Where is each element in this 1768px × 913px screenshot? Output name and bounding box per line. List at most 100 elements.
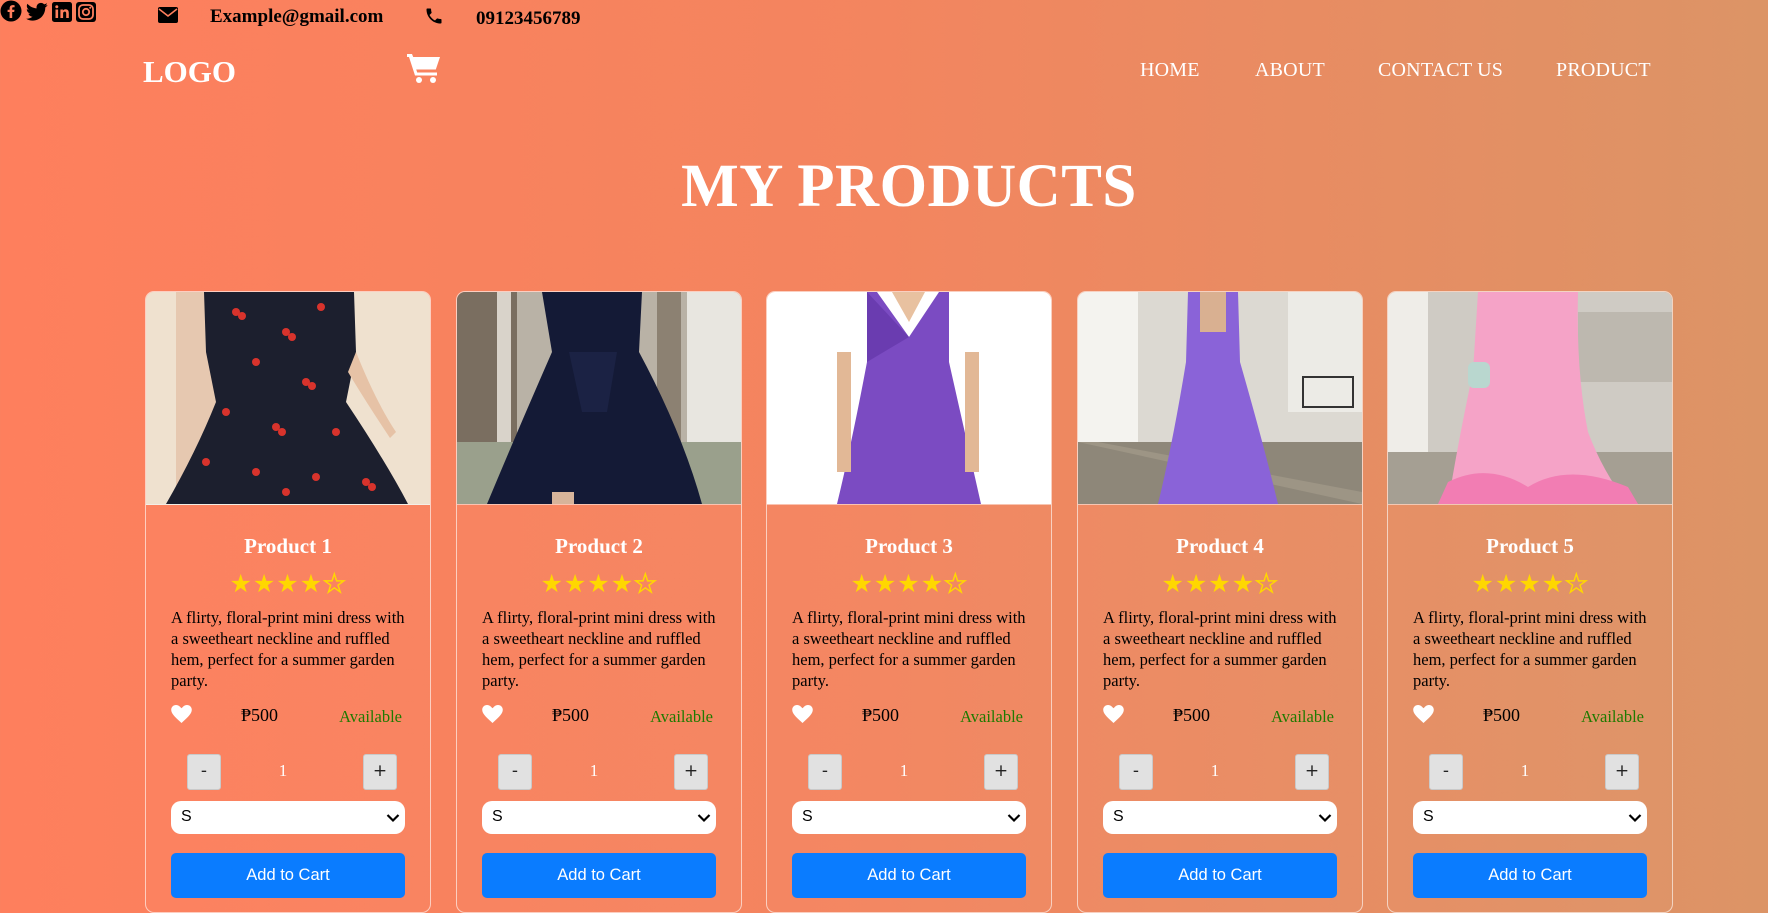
- product-price: ₱500: [1483, 705, 1521, 725]
- chevron-down-icon: [697, 810, 711, 828]
- product-price: ₱500: [1173, 705, 1211, 725]
- add-to-cart-button[interactable]: Add to Cart: [792, 853, 1026, 898]
- star-filled-icon: ★: [850, 571, 874, 598]
- star-filled-icon: ★: [299, 571, 324, 598]
- availability-status: Available: [339, 707, 402, 726]
- phone-icon: [424, 6, 444, 31]
- product-image[interactable]: [1078, 292, 1362, 505]
- star-filled-icon: ★: [252, 571, 277, 598]
- size-selected-value: S: [492, 808, 503, 825]
- nav-about[interactable]: ABOUT: [1255, 59, 1325, 82]
- product-card: Product 3 ★★★★★ A flirty, floral-print m…: [766, 291, 1052, 913]
- size-select[interactable]: S: [482, 801, 716, 834]
- add-to-cart-button[interactable]: Add to Cart: [1103, 853, 1337, 898]
- product-image[interactable]: [146, 292, 430, 505]
- product-description: A flirty, floral-print mini dress with a…: [1413, 608, 1647, 690]
- heart-icon[interactable]: [482, 705, 503, 728]
- star-empty-icon: ★: [1564, 571, 1589, 598]
- star-filled-icon: ★: [1161, 571, 1185, 598]
- star-filled-icon: ★: [276, 571, 300, 598]
- star-rating: ★★★★★: [767, 571, 1051, 598]
- size-select[interactable]: S: [1413, 801, 1647, 834]
- chevron-down-icon: [1628, 810, 1642, 828]
- size-selected-value: S: [802, 808, 813, 825]
- add-to-cart-button[interactable]: Add to Cart: [482, 853, 716, 898]
- top-contact-bar: Example@gmail.com 09123456789: [0, 0, 1768, 36]
- product-description: A flirty, floral-print mini dress with a…: [792, 608, 1026, 690]
- product-description: A flirty, floral-print mini dress with a…: [1103, 608, 1337, 690]
- product-name: Product 4: [1176, 534, 1264, 558]
- nav-contact-us[interactable]: CONTACT US: [1378, 59, 1503, 82]
- product-price: ₱500: [552, 705, 590, 725]
- size-selected-value: S: [181, 808, 192, 825]
- quantity-increase-button[interactable]: +: [1295, 754, 1329, 790]
- heart-icon[interactable]: [171, 705, 192, 728]
- product-name: Product 5: [1486, 534, 1574, 558]
- star-rating: ★★★★★: [457, 571, 741, 598]
- nav-product[interactable]: PRODUCT: [1556, 59, 1651, 82]
- star-rating: ★★★★★: [1388, 571, 1672, 598]
- star-empty-icon: ★: [943, 571, 968, 598]
- product-card: Product 1 ★★★★★ A flirty, floral-print m…: [145, 291, 431, 913]
- size-select[interactable]: S: [1103, 801, 1337, 834]
- product-description: A flirty, floral-print mini dress with a…: [482, 608, 716, 690]
- quantity-increase-button[interactable]: +: [984, 754, 1018, 790]
- star-filled-icon: ★: [1541, 571, 1566, 598]
- star-filled-icon: ★: [873, 571, 898, 598]
- size-select[interactable]: S: [171, 801, 405, 834]
- chevron-down-icon: [386, 810, 400, 828]
- quantity-increase-button[interactable]: +: [363, 754, 397, 790]
- size-selected-value: S: [1113, 808, 1124, 825]
- main-navbar: LOGO HOME ABOUT CONTACT US PRODUCT: [0, 44, 1768, 100]
- product-card: Product 2 ★★★★★ A flirty, floral-print m…: [456, 291, 742, 913]
- facebook-icon[interactable]: [0, 0, 26, 26]
- product-image[interactable]: [457, 292, 741, 505]
- chevron-down-icon: [1007, 810, 1021, 828]
- product-name: Product 1: [244, 534, 332, 558]
- site-logo[interactable]: LOGO: [143, 54, 236, 90]
- product-price: ₱500: [241, 705, 279, 725]
- product-name: Product 2: [555, 534, 643, 558]
- star-filled-icon: ★: [610, 571, 635, 598]
- quantity-increase-button[interactable]: +: [674, 754, 708, 790]
- star-filled-icon: ★: [1471, 571, 1495, 598]
- quantity-increase-button[interactable]: +: [1605, 754, 1639, 790]
- star-filled-icon: ★: [1518, 571, 1542, 598]
- email-text: Example@gmail.com: [210, 6, 384, 27]
- product-price: ₱500: [862, 705, 900, 725]
- star-empty-icon: ★: [633, 571, 658, 598]
- product-image[interactable]: [767, 292, 1051, 505]
- page-title: MY PRODUCTS: [681, 153, 1137, 220]
- instagram-icon[interactable]: [76, 2, 96, 26]
- star-filled-icon: ★: [563, 571, 588, 598]
- star-filled-icon: ★: [540, 571, 564, 598]
- star-rating: ★★★★★: [1078, 571, 1362, 598]
- add-to-cart-button[interactable]: Add to Cart: [171, 853, 405, 898]
- star-rating: ★★★★★: [146, 571, 430, 598]
- availability-status: Available: [1271, 707, 1334, 726]
- envelope-icon: [158, 6, 178, 28]
- heart-icon[interactable]: [1413, 705, 1434, 728]
- star-empty-icon: ★: [1254, 571, 1279, 598]
- heart-icon[interactable]: [792, 705, 813, 728]
- heart-icon[interactable]: [1103, 705, 1124, 728]
- nav-home[interactable]: HOME: [1140, 59, 1200, 82]
- star-filled-icon: ★: [229, 571, 253, 598]
- size-select[interactable]: S: [792, 801, 1026, 834]
- product-image[interactable]: [1388, 292, 1672, 505]
- twitter-icon[interactable]: [25, 2, 52, 26]
- email-contact: Example@gmail.com: [158, 6, 383, 28]
- phone-text: 09123456789: [476, 7, 581, 29]
- product-card: Product 4 ★★★★★ A flirty, floral-print m…: [1077, 291, 1363, 913]
- star-filled-icon: ★: [897, 571, 921, 598]
- add-to-cart-button[interactable]: Add to Cart: [1413, 853, 1647, 898]
- star-filled-icon: ★: [920, 571, 945, 598]
- star-filled-icon: ★: [1494, 571, 1519, 598]
- linkedin-icon[interactable]: [52, 2, 76, 26]
- shopping-cart-icon[interactable]: [406, 52, 442, 89]
- availability-status: Available: [960, 707, 1023, 726]
- product-card: Product 5 ★★★★★ A flirty, floral-print m…: [1387, 291, 1673, 913]
- product-name: Product 3: [865, 534, 953, 558]
- star-filled-icon: ★: [1231, 571, 1256, 598]
- star-filled-icon: ★: [587, 571, 611, 598]
